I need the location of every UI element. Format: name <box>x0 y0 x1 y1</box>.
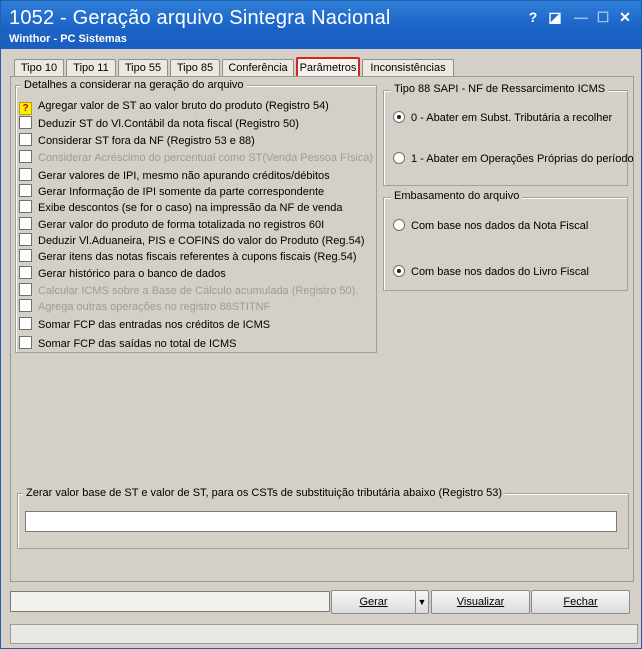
detalhes-option-label: Somar FCP das saídas no total de ICMS <box>38 338 237 350</box>
detalhes-legend: Detalhes a considerar na geração do arqu… <box>21 79 247 91</box>
status-bar <box>10 624 638 644</box>
checkbox-icon[interactable] <box>19 217 32 230</box>
detalhes-option-8[interactable]: Deduzir Vl.Aduaneira, PIS e COFINS do va… <box>19 233 365 249</box>
detalhes-option-label: Calcular ICMS sobre a Base de Cálculo ac… <box>38 285 359 297</box>
main-window: 1052 - Geração arquivo Sintegra Nacional… <box>0 0 642 649</box>
radio-selected-icon[interactable] <box>393 265 405 277</box>
title-bar: 1052 - Geração arquivo Sintegra Nacional… <box>1 1 641 49</box>
detalhes-option-3: Considerar Acréscimo do percentual como … <box>19 150 373 166</box>
checkbox-icon[interactable] <box>19 266 32 279</box>
detalhes-option-13[interactable]: Somar FCP das entradas nos créditos de I… <box>19 317 270 333</box>
detalhes-option-6[interactable]: Exibe descontos (se for o caso) na impre… <box>19 200 343 216</box>
window-subtitle: Winthor - PC Sistemas <box>9 33 127 45</box>
embasamento-option-1[interactable]: Com base nos dados do Livro Fiscal <box>393 265 589 278</box>
tab-tipo-11[interactable]: Tipo 11 <box>66 59 116 77</box>
detalhes-option-14[interactable]: Somar FCP das saídas no total de ICMS <box>19 336 237 352</box>
gerar-button[interactable]: Gerar <box>331 590 416 614</box>
edit-icon[interactable]: ◪ <box>547 9 563 25</box>
detalhes-option-label: Deduzir ST do Vl.Contábil da nota fiscal… <box>38 118 299 130</box>
detalhes-option-label: Somar FCP das entradas nos créditos de I… <box>38 319 271 331</box>
zerar-legend: Zerar valor base de ST e valor de ST, pa… <box>23 487 506 499</box>
detalhes-option-label: Considerar ST fora da NF (Registro 53 e … <box>38 135 255 147</box>
gerar-dropdown-button[interactable]: ▼ <box>415 590 429 614</box>
tipo88-option-1[interactable]: 1 - Abater em Operações Próprias do perí… <box>393 152 634 165</box>
checkbox-icon[interactable] <box>19 200 32 213</box>
detalhes-option-label: Agregar valor de ST ao valor bruto do pr… <box>38 100 329 112</box>
embasamento-option-0-label: Com base nos dados da Nota Fiscal <box>411 220 589 232</box>
checkbox-icon[interactable] <box>19 317 32 330</box>
tipo88-group <box>383 90 628 186</box>
detalhes-option-label: Agrega outras operações no registro 88ST… <box>38 301 271 313</box>
detalhes-option-label: Gerar valores de IPI, mesmo não apurando… <box>38 170 330 182</box>
detalhes-option-7[interactable]: Gerar valor do produto de forma totaliza… <box>19 217 324 233</box>
detalhes-option-5[interactable]: Gerar Informação de IPI somente da parte… <box>19 184 324 200</box>
tipo88-legend: Tipo 88 SAPI - NF de Ressarcimento ICMS <box>391 83 609 95</box>
status-field <box>10 591 330 612</box>
detalhes-option-2[interactable]: Considerar ST fora da NF (Registro 53 e … <box>19 133 255 149</box>
cst-input[interactable] <box>25 511 617 532</box>
checkbox-icon[interactable] <box>19 336 32 349</box>
checkbox-icon <box>19 150 32 163</box>
close-icon[interactable]: ✕ <box>617 9 633 25</box>
checkbox-icon[interactable] <box>19 133 32 146</box>
checkbox-icon[interactable] <box>19 184 32 197</box>
tab-tipo-55[interactable]: Tipo 55 <box>118 59 168 77</box>
tab-tipo-10[interactable]: Tipo 10 <box>14 59 64 77</box>
radio-unselected-icon[interactable] <box>393 152 405 164</box>
detalhes-option-11: Calcular ICMS sobre a Base de Cálculo ac… <box>19 283 358 299</box>
parametros-panel: Detalhes a considerar na geração do arqu… <box>10 76 634 582</box>
checkbox-icon <box>19 299 32 312</box>
detalhes-option-label: Gerar histórico para o banco de dados <box>38 268 226 280</box>
detalhes-option-label: Deduzir Vl.Aduaneira, PIS e COFINS do va… <box>38 235 365 247</box>
tipo88-option-0[interactable]: 0 - Abater em Subst. Tributária a recolh… <box>393 111 612 124</box>
fechar-button[interactable]: Fechar <box>531 590 630 614</box>
detalhes-option-label: Considerar Acréscimo do percentual como … <box>38 152 374 164</box>
detalhes-option-12: Agrega outras operações no registro 88ST… <box>19 299 270 315</box>
fechar-label: Fechar <box>563 596 598 608</box>
detalhes-option-4[interactable]: Gerar valores de IPI, mesmo não apurando… <box>19 168 330 184</box>
embasamento-legend: Embasamento do arquivo <box>391 190 523 202</box>
minimize-icon[interactable]: — <box>573 9 589 25</box>
visualizar-label: Visualizar <box>456 596 505 608</box>
detalhes-option-9[interactable]: Gerar itens das notas fiscais referentes… <box>19 249 357 265</box>
help-icon[interactable]: ? <box>525 9 541 25</box>
tab-inconsistencias[interactable]: Inconsistências <box>362 59 454 77</box>
client-area: Tipo 10 Tipo 11 Tipo 55 Tipo 85 Conferên… <box>4 49 638 645</box>
tipo88-option-0-label: 0 - Abater em Subst. Tributária a recolh… <box>411 112 613 124</box>
checkbox-icon[interactable] <box>19 233 32 246</box>
checkbox-icon[interactable] <box>19 116 32 129</box>
detalhes-option-1[interactable]: Deduzir ST do Vl.Contábil da nota fiscal… <box>19 116 299 132</box>
checkbox-icon[interactable] <box>19 249 32 262</box>
tab-conferencia[interactable]: Conferência <box>222 59 294 77</box>
chevron-down-icon: ▼ <box>417 597 427 607</box>
gerar-label: Gerar <box>359 596 388 608</box>
maximize-icon[interactable]: ☐ <box>595 9 611 25</box>
visualizar-button[interactable]: Visualizar <box>431 590 530 614</box>
embasamento-option-0[interactable]: Com base nos dados da Nota Fiscal <box>393 219 588 232</box>
detalhes-option-label: Gerar itens das notas fiscais referentes… <box>38 251 357 263</box>
detalhes-option-label: Gerar valor do produto de forma totaliza… <box>38 219 325 231</box>
checkbox-icon <box>19 283 32 296</box>
embasamento-option-1-label: Com base nos dados do Livro Fiscal <box>411 266 589 278</box>
detalhes-option-10[interactable]: Gerar histórico para o banco de dados <box>19 266 226 282</box>
window-title: 1052 - Geração arquivo Sintegra Nacional <box>9 7 391 29</box>
detalhes-option-label: Exibe descontos (se for o caso) na impre… <box>38 202 343 214</box>
tab-tipo-85[interactable]: Tipo 85 <box>170 59 220 77</box>
radio-selected-icon[interactable] <box>393 111 405 123</box>
checkbox-icon[interactable] <box>19 168 32 181</box>
detalhes-option-label: Gerar Informação de IPI somente da parte… <box>38 186 325 198</box>
detalhes-option-0[interactable]: ? Agregar valor de ST ao valor bruto do p… <box>19 98 329 115</box>
radio-unselected-icon[interactable] <box>393 219 405 231</box>
tipo88-option-1-label: 1 - Abater em Operações Próprias do perí… <box>411 153 634 165</box>
help-question-icon[interactable]: ? <box>19 102 32 115</box>
